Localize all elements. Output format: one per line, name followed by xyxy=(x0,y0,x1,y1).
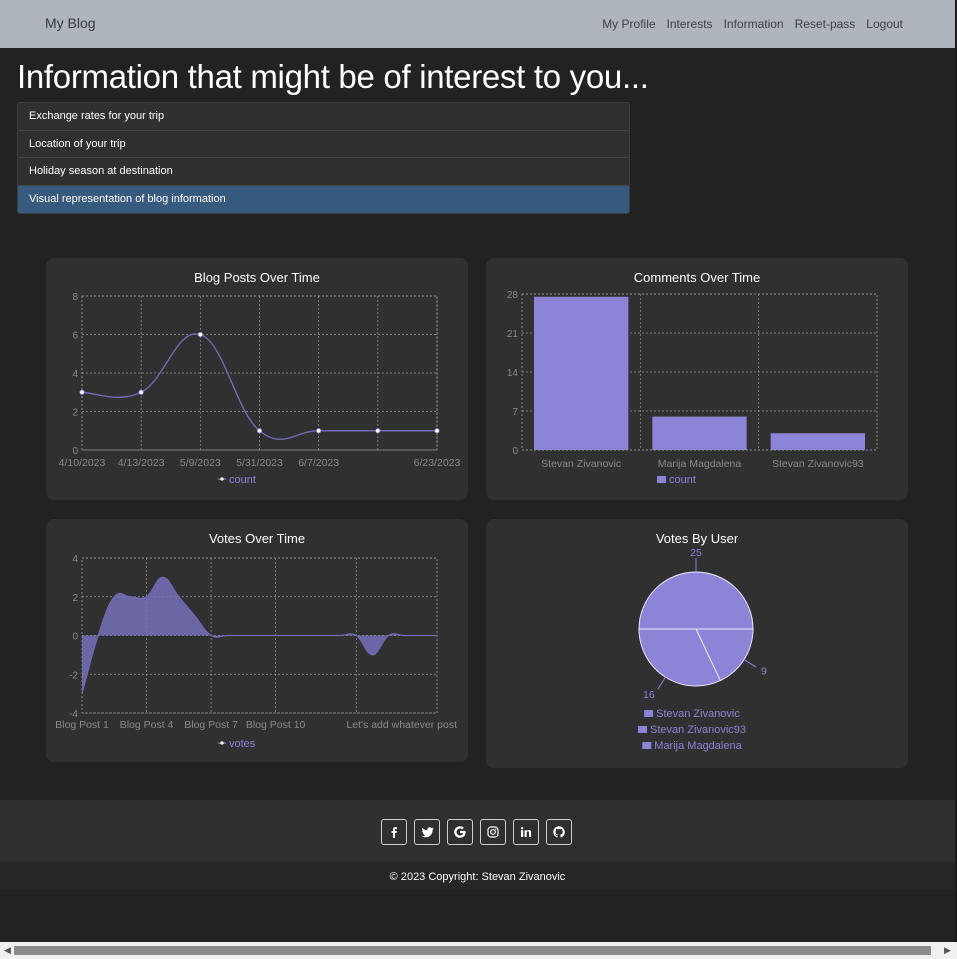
github-button[interactable] xyxy=(546,819,572,845)
slice-data-label: 25 xyxy=(690,547,702,559)
facebook-button[interactable] xyxy=(381,819,407,845)
legend-label: count xyxy=(229,474,256,486)
bar xyxy=(770,433,865,450)
scroll-right-icon[interactable]: ▶ xyxy=(944,945,951,956)
legend-marker xyxy=(657,476,666,483)
y-tick-label: 0 xyxy=(72,632,78,643)
y-tick-label: 4 xyxy=(72,554,78,565)
legend-marker xyxy=(644,710,654,717)
x-tick-label: 4/10/2023 xyxy=(59,457,106,469)
slice-label-leader xyxy=(657,676,666,690)
horizontal-scrollbar[interactable]: ◀ ▶ xyxy=(0,942,957,959)
info-list: Exchange rates for your trip Location of… xyxy=(17,102,630,214)
linkedin-button[interactable] xyxy=(513,819,539,845)
y-tick-label: 6 xyxy=(72,331,78,342)
social-links xyxy=(381,819,572,845)
nav-links: My Profile Interests Information Reset-p… xyxy=(602,17,903,31)
info-item-holiday-season[interactable]: Holiday season at destination xyxy=(18,158,629,186)
slice-data-label: 16 xyxy=(643,689,655,701)
blog-posts-chart: 0 2 4 6 8 4/10/2023 4/13/2023 5/9/2023 5/31/2023… xyxy=(59,292,461,486)
data-point xyxy=(197,331,203,338)
instagram-button[interactable] xyxy=(480,819,506,845)
x-tick-label: 5/31/2023 xyxy=(236,457,283,469)
x-tick-label: Stevan Zivanovic xyxy=(541,458,621,470)
info-item-exchange-rates[interactable]: Exchange rates for your trip xyxy=(18,103,629,131)
legend-marker xyxy=(642,742,652,749)
twitter-icon xyxy=(421,827,434,838)
y-tick-label: 21 xyxy=(507,329,519,340)
legend-label: Marija Magdalena xyxy=(654,740,742,752)
slice-label-leader xyxy=(743,659,757,668)
pie-slice xyxy=(638,571,754,630)
x-tick-label: Blog Post 10 xyxy=(246,719,306,731)
linkedin-icon xyxy=(520,827,532,837)
google-icon xyxy=(454,826,466,838)
x-tick-label: Blog Post 4 xyxy=(120,719,174,731)
y-tick-label: -2 xyxy=(69,670,78,681)
x-tick-label: 4/13/2023 xyxy=(118,457,165,469)
data-point xyxy=(256,428,263,434)
scrollbar-thumb[interactable] xyxy=(14,946,931,955)
y-tick-label: 2 xyxy=(72,593,78,604)
info-item-location[interactable]: Location of your trip xyxy=(18,130,629,158)
info-item-visual-representation[interactable]: Visual representation of blog informatio… xyxy=(18,185,629,213)
bar xyxy=(652,416,747,450)
facebook-icon xyxy=(391,827,397,838)
x-tick-label: 5/9/2023 xyxy=(180,457,221,469)
y-tick-label: 14 xyxy=(507,368,519,379)
nav-interests[interactable]: Interests xyxy=(667,17,713,31)
x-tick-label: 6/7/2023 xyxy=(298,457,339,469)
y-tick-label: 7 xyxy=(512,407,518,418)
votes-chart-card: Votes Over Time -4 -2 0 2 4 Blog Post 1 Blog P… xyxy=(46,519,468,762)
bar xyxy=(534,296,629,450)
x-tick-label: Let's add whatever post xyxy=(346,719,457,731)
y-tick-label: 28 xyxy=(507,290,519,301)
y-tick-label: 8 xyxy=(72,292,78,303)
data-point xyxy=(434,428,440,434)
votes-chart: -4-2024Blog Post 1 Blog Post 4 Blog Post 7… xyxy=(55,554,457,750)
votes-by-user-chart-card: Votes By User 25 9 16 Stevan Zivanovic Steva… xyxy=(486,519,908,768)
twitter-button[interactable] xyxy=(414,819,440,845)
legend-label: Stevan Zivanovic93 xyxy=(650,724,746,736)
nav-information[interactable]: Information xyxy=(724,17,784,31)
legend-marker-dot xyxy=(220,477,224,481)
nav-my-profile[interactable]: My Profile xyxy=(602,17,655,31)
legend-marker xyxy=(638,726,647,733)
y-tick-label: 0 xyxy=(512,446,518,457)
google-button[interactable] xyxy=(447,819,473,845)
brand-link[interactable]: My Blog xyxy=(45,15,96,31)
legend-label: votes xyxy=(229,738,256,750)
data-point xyxy=(79,389,85,395)
navbar: My Blog My Profile Interests Information… xyxy=(0,0,955,48)
x-tick-label: Stevan Zivanovic93 xyxy=(772,458,864,470)
comments-chart: 0 7 14 21 28 Stevan Zivanovic Marija Magdalena… xyxy=(507,290,878,486)
data-point xyxy=(316,428,322,434)
nav-reset-pass[interactable]: Reset-pass xyxy=(795,17,856,31)
x-tick-label: Marija Magdalena xyxy=(658,458,742,470)
legend-label: Stevan Zivanovic xyxy=(656,708,740,720)
comments-chart-card: Comments Over Time 0 7 14 21 28 Stevan Zivano… xyxy=(486,258,908,500)
data-point xyxy=(138,389,144,395)
x-tick-label: 6/23/2023 xyxy=(414,457,461,469)
nav-logout[interactable]: Logout xyxy=(866,17,903,31)
slice-data-label: 9 xyxy=(761,665,767,677)
instagram-icon xyxy=(487,826,499,838)
blog-posts-chart-card: Blog Posts Over Time 0 2 4 6 8 4/10/2023 4/13/… xyxy=(46,258,468,500)
page-title: Information that might be of interest to… xyxy=(17,58,649,95)
data-point xyxy=(375,428,381,434)
legend-label: count xyxy=(669,474,696,486)
legend-marker-dot xyxy=(220,741,224,745)
y-tick-label: 2 xyxy=(72,408,78,419)
github-icon xyxy=(553,826,565,838)
x-tick-label: Blog Post 1 xyxy=(55,719,109,731)
votes-by-user-chart: 25 9 16Stevan Zivanovic Stevan Zivanovic93 M… xyxy=(638,547,767,752)
scroll-left-icon[interactable]: ◀ xyxy=(4,945,11,956)
y-tick-label: 0 xyxy=(72,446,78,457)
y-tick-label: 4 xyxy=(72,369,78,380)
x-tick-label: Blog Post 7 xyxy=(184,719,238,731)
copyright-text: © 2023 Copyright: Stevan Zivanovic xyxy=(389,871,566,883)
